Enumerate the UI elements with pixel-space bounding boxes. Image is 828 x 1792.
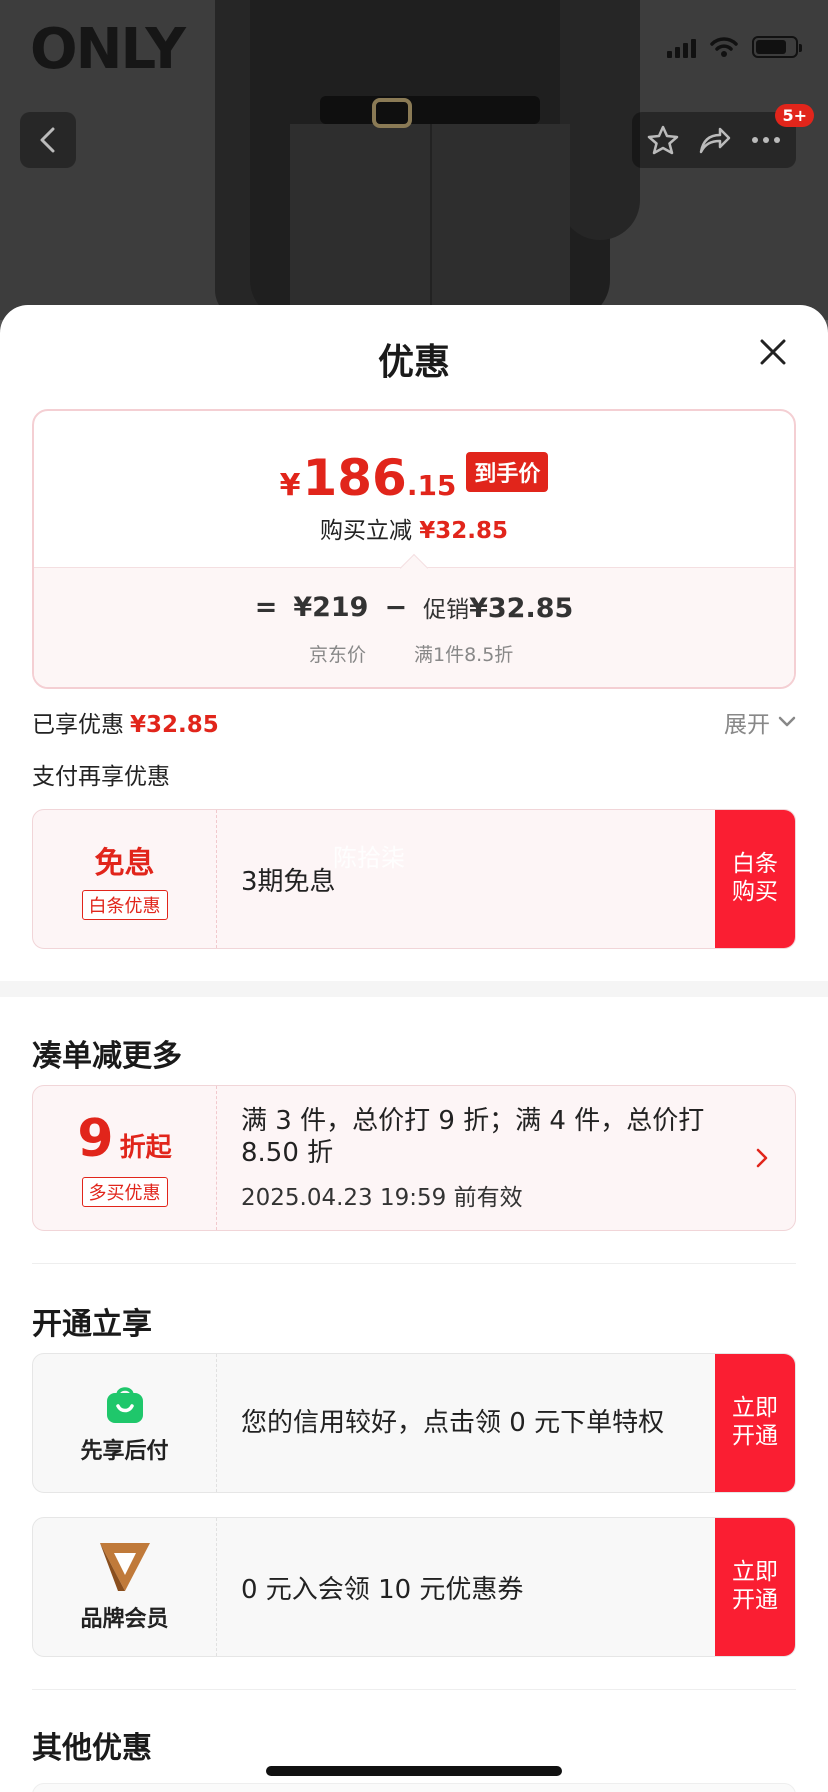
- expand-label: 展开: [724, 712, 770, 738]
- share-icon[interactable]: [698, 125, 732, 155]
- multi-buy-valid: 2025.04.23 19:59 前有效: [241, 1184, 523, 1211]
- shopping-bag-icon: [106, 1387, 143, 1423]
- coupon-left: 9 折起 多买优惠: [33, 1086, 217, 1230]
- final-price: ¥ 186 .15 到手价: [34, 449, 794, 507]
- pay-later-desc: 您的信用较好，点击领 0 元下单特权: [241, 1407, 665, 1438]
- chevron-left-icon: [40, 127, 55, 153]
- discount-number: 9: [77, 1109, 114, 1169]
- brand-member-label: 品牌会员: [80, 1607, 169, 1632]
- price-formula: = ¥219 − 促销¥32.85: [34, 590, 794, 625]
- coupon-desc-area: 您的信用较好，点击领 0 元下单特权: [217, 1354, 715, 1492]
- brand-v-icon: [99, 1543, 150, 1591]
- multi-buy-coupon[interactable]: 9 折起 多买优惠 满 3 件，总价打 9 折；满 4 件，总价打 8.50 折…: [32, 1085, 796, 1231]
- more-icon[interactable]: [751, 136, 781, 144]
- battery-icon: [752, 36, 802, 58]
- equals-sign: =: [254, 591, 278, 623]
- price-card: ¥ 186 .15 到手价 购买立减 ¥32.85 = ¥219 − 促销¥32…: [32, 409, 796, 689]
- jd-price-label: 京东价: [309, 644, 367, 666]
- multi-buy-desc: 满 3 件，总价打 9 折；满 4 件，总价打 8.50 折: [241, 1105, 705, 1169]
- section-divider: [32, 1689, 796, 1690]
- nav-actions: [632, 112, 796, 168]
- sheet-title: 优惠: [377, 342, 450, 383]
- section-divider: [0, 981, 828, 997]
- close-button[interactable]: [756, 335, 790, 369]
- price-breakdown: = ¥219 − 促销¥32.85 京东价 满1件8.5折: [34, 553, 794, 687]
- chevron-right-icon: [756, 1148, 768, 1168]
- promo-label: 促销: [423, 597, 470, 623]
- belt-buckle: [372, 98, 412, 128]
- brand-logo: ONLY: [30, 17, 186, 82]
- section-divider: [32, 1263, 796, 1264]
- other-discount-card: [32, 1783, 796, 1792]
- more-badge: 5+: [775, 104, 814, 127]
- figure-arm-right: [560, 0, 640, 240]
- favorite-star-icon[interactable]: [647, 124, 679, 156]
- pay-more-label: 支付再享优惠: [32, 764, 170, 790]
- brand-member-row[interactable]: 品牌会员 0 元入会领 10 元优惠券 立即开通: [32, 1517, 796, 1657]
- coupon-tag: 白条优惠: [81, 890, 168, 920]
- other-section-title: 其他优惠: [32, 1731, 152, 1766]
- coupon-desc-area: 3期免息 陈拾柒: [217, 810, 715, 948]
- coupon-left: 免息 白条优惠: [33, 810, 217, 948]
- back-button[interactable]: [20, 112, 76, 168]
- discount-sheet: 优惠 ¥ 186 .15 到手价 购买立减 ¥32.85 = ¥219 − 促销…: [0, 305, 828, 1792]
- minus-sign: −: [384, 591, 408, 623]
- promo-value: ¥32.85: [469, 593, 574, 624]
- watermark: 陈拾柒: [333, 844, 405, 872]
- open-brand-member-button[interactable]: 立即开通: [715, 1518, 795, 1656]
- wifi-icon: [710, 37, 738, 57]
- coupon-title: 免息: [94, 846, 155, 881]
- coupon-left: 品牌会员: [33, 1518, 217, 1656]
- combine-section-title: 凑单减更多: [32, 1039, 182, 1074]
- buy-discount-label: 购买立减: [319, 518, 412, 544]
- open-pay-later-button[interactable]: 立即开通: [715, 1354, 795, 1492]
- coupon-desc: 3期免息: [241, 866, 336, 897]
- currency-symbol: ¥: [279, 468, 301, 503]
- expand-button[interactable]: 展开: [724, 705, 796, 739]
- coupon-left: 先享后付: [33, 1354, 217, 1492]
- open-section-title: 开通立享: [32, 1307, 152, 1342]
- enjoyed-value: ¥32.85: [130, 712, 219, 738]
- close-icon: [760, 339, 786, 365]
- coupon-desc-area: 满 3 件，总价打 9 折；满 4 件，总价打 8.50 折 2025.04.2…: [217, 1086, 795, 1230]
- discount-rate: 9 折起: [77, 1109, 171, 1169]
- baitiao-coupon[interactable]: 免息 白条优惠 3期免息 陈拾柒 白条购买: [32, 809, 796, 949]
- discount-suffix: 折起: [119, 1133, 172, 1163]
- coupon-tag: 多买优惠: [81, 1177, 168, 1207]
- belt: [320, 96, 540, 124]
- final-price-tag: 到手价: [466, 452, 549, 492]
- pants-crease: [430, 124, 432, 320]
- signal-icon: [667, 36, 696, 58]
- status-bar-icons: [667, 36, 802, 58]
- baitiao-buy-button[interactable]: 白条购买: [715, 810, 795, 948]
- promo-rule: 满1件8.5折: [414, 644, 514, 666]
- coupon-desc-area: 0 元入会领 10 元优惠券: [217, 1518, 715, 1656]
- jd-price: ¥219: [293, 591, 369, 623]
- home-indicator[interactable]: [266, 1766, 562, 1776]
- pay-later-label: 先享后付: [80, 1439, 169, 1464]
- brand-member-desc: 0 元入会领 10 元优惠券: [241, 1574, 524, 1605]
- pay-later-row[interactable]: 先享后付 您的信用较好，点击领 0 元下单特权 立即开通: [32, 1353, 796, 1493]
- price-integer: 186: [302, 449, 407, 507]
- buy-discount: 购买立减 ¥32.85: [34, 511, 794, 545]
- buy-discount-value: ¥32.85: [419, 518, 509, 544]
- enjoyed-label: 已享优惠: [32, 712, 124, 738]
- price-decimal: .15: [406, 469, 457, 502]
- enjoyed-discount: 已享优惠 ¥32.85: [32, 705, 219, 739]
- chevron-down-icon: [778, 716, 796, 727]
